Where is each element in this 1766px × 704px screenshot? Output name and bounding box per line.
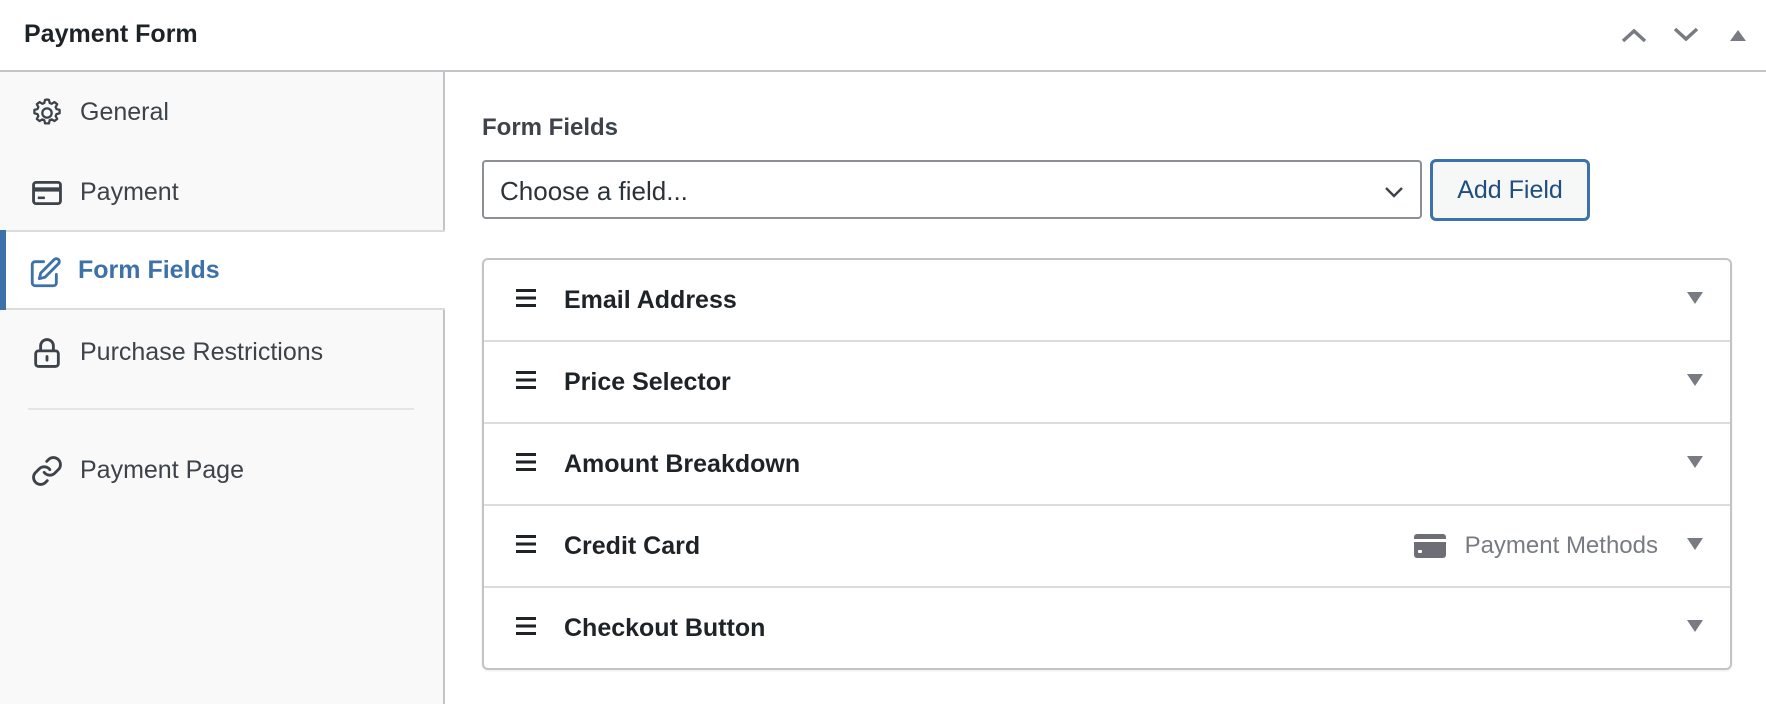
sidebar-item-label: Payment	[80, 177, 179, 206]
field-row-price-selector[interactable]: Price Selector	[484, 342, 1730, 424]
move-down-button[interactable]	[1668, 18, 1704, 52]
triangle-up-icon	[1730, 30, 1746, 41]
field-row-checkout-button[interactable]: Checkout Button	[484, 588, 1730, 670]
sidebar-divider	[28, 408, 414, 410]
gear-icon	[33, 98, 61, 125]
sidebar-item-label: Purchase Restrictions	[80, 337, 324, 366]
chevron-up-icon	[1621, 28, 1647, 43]
drag-handle-icon[interactable]	[515, 533, 537, 555]
field-type-select[interactable]: Choose a field...	[482, 160, 1422, 219]
drag-handle-icon[interactable]	[515, 451, 537, 473]
field-name: Email Address	[564, 286, 737, 314]
move-up-button[interactable]	[1616, 18, 1652, 52]
expand-triangle-icon[interactable]	[1686, 291, 1704, 305]
sidebar-item-payment[interactable]: Payment	[0, 152, 443, 232]
payment-methods-label: Payment Methods	[1464, 532, 1658, 559]
sidebar-item-label: Payment Page	[80, 455, 244, 484]
form-fields-list: Email Address Price Selector Amount Brea…	[482, 258, 1732, 670]
expand-triangle-icon[interactable]	[1686, 455, 1704, 469]
sidebar-item-purchase-restrictions[interactable]: Purchase Restrictions	[0, 312, 443, 392]
toggle-panel-button[interactable]	[1720, 18, 1756, 52]
chevron-down-icon	[1673, 27, 1699, 42]
sidebar-item-label: General	[80, 97, 169, 126]
field-row-email-address[interactable]: Email Address	[484, 260, 1730, 342]
lock-icon	[34, 338, 60, 368]
credit-card-icon	[1413, 534, 1446, 558]
sidebar-item-payment-page[interactable]: Payment Page	[0, 430, 443, 510]
edit-icon	[30, 257, 61, 288]
main-panel: Form Fields Choose a field... Add Field …	[447, 72, 1766, 704]
field-row-amount-breakdown[interactable]: Amount Breakdown	[484, 424, 1730, 506]
expand-triangle-icon[interactable]	[1686, 373, 1704, 387]
drag-handle-icon[interactable]	[515, 615, 537, 637]
sidebar-item-general[interactable]: General	[0, 72, 443, 152]
field-meta: Payment Methods	[1413, 532, 1658, 560]
panel-title: Payment Form	[24, 20, 198, 48]
field-name: Amount Breakdown	[564, 450, 801, 478]
form-fields-label: Form Fields	[482, 114, 619, 141]
field-name: Checkout Button	[564, 614, 766, 642]
sidebar: General Payment Form Fields Purchase Res…	[0, 72, 445, 704]
drag-handle-icon[interactable]	[515, 369, 537, 391]
sidebar-item-label: Form Fields	[78, 255, 220, 284]
field-row-credit-card[interactable]: Credit Card Payment Methods	[484, 506, 1730, 588]
expand-triangle-icon[interactable]	[1686, 537, 1704, 551]
panel-header: Payment Form	[0, 0, 1766, 72]
add-field-button[interactable]: Add Field	[1430, 159, 1590, 221]
expand-triangle-icon[interactable]	[1686, 619, 1704, 633]
sidebar-item-form-fields[interactable]: Form Fields	[0, 230, 445, 310]
chevron-down-icon	[1385, 187, 1403, 198]
field-name: Price Selector	[564, 368, 731, 396]
field-select-value: Choose a field...	[500, 176, 688, 206]
drag-handle-icon[interactable]	[515, 287, 537, 309]
field-name: Credit Card	[564, 532, 701, 560]
credit-card-icon	[32, 180, 62, 206]
link-icon	[32, 456, 62, 486]
